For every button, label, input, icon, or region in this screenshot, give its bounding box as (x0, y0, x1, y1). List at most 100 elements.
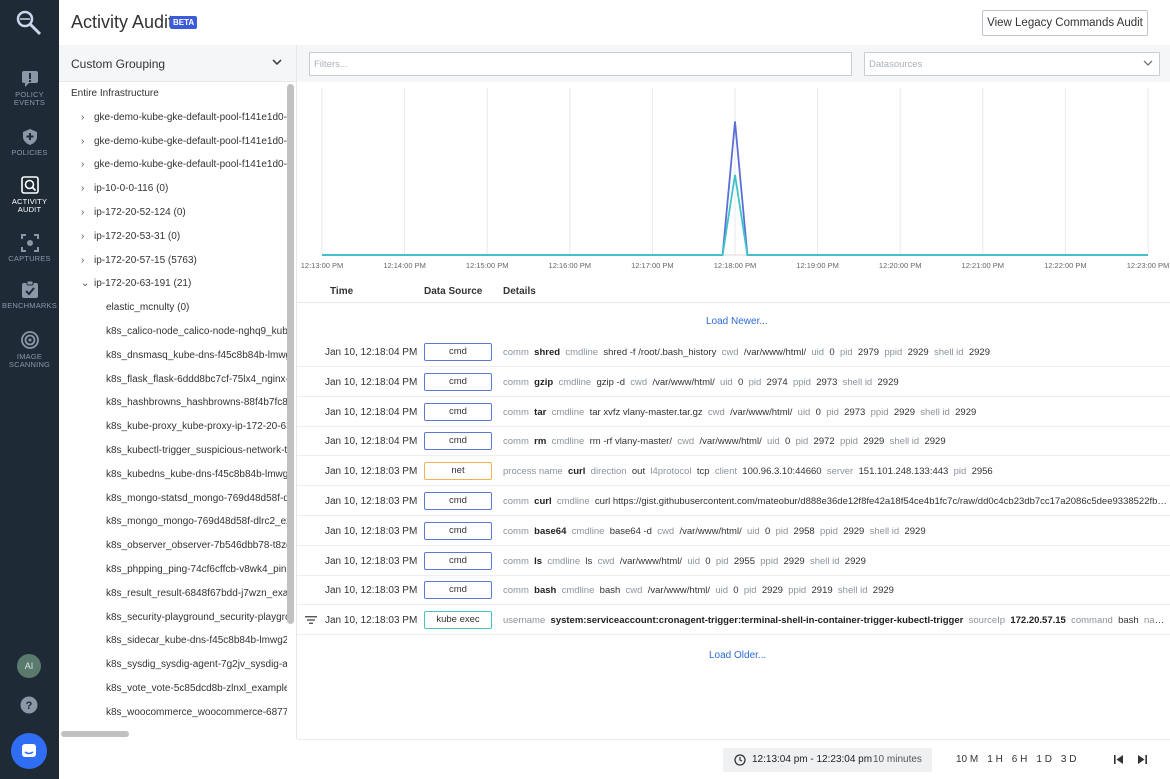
tree-node[interactable]: › ip-172-20-52-124 (0) (81, 207, 287, 227)
skip-to-end-icon[interactable] (1137, 754, 1148, 765)
chevron-right-icon[interactable]: › (81, 231, 94, 242)
time-preset-button[interactable]: 1 D (1036, 754, 1052, 765)
load-newer-link[interactable]: Load Newer... (706, 316, 768, 327)
data-source-badge[interactable]: cmd (424, 402, 492, 421)
detail-key: shell id (889, 436, 920, 448)
tree-node[interactable]: k8s_sysdig_sysdig-agent-7g2jv_sysdig-age (106, 659, 287, 679)
filters-input[interactable]: Filters... (309, 52, 852, 76)
tree-node[interactable]: k8s_dnsmasq_kube-dns-f45c8b84b-lmwg2 (106, 350, 287, 370)
chevron-right-icon[interactable]: › (81, 159, 94, 170)
skip-to-start-icon[interactable] (1113, 754, 1124, 765)
help-icon[interactable]: ? (20, 696, 38, 714)
custom-grouping-select[interactable]: Custom Grouping (59, 45, 296, 82)
data-source-badge[interactable]: cmd (424, 581, 492, 600)
detail-value: bash (599, 585, 621, 597)
data-source-badge[interactable]: cmd (424, 372, 492, 391)
filter-icon[interactable] (305, 615, 317, 625)
tree-node[interactable]: k8s_kubectl-trigger_suspicious-network-t… (106, 445, 287, 465)
time-preset-button[interactable]: 3 D (1061, 754, 1077, 765)
chevron-right-icon[interactable]: › (81, 183, 94, 194)
tree-horizontal-scrollbar[interactable] (61, 731, 129, 737)
tree-node-label: ip-172-20-63-191 (21) (94, 278, 192, 290)
tree-node[interactable]: k8s_vote_vote-5c85dcd8b-zlnxl_example-v (106, 683, 287, 703)
tree-node[interactable]: k8s_observer_observer-7b546dbb78-t8zqr (106, 540, 287, 560)
tree-node[interactable]: k8s_woocommerce_woocommerce-68779 (106, 707, 287, 727)
table-row[interactable]: Jan 10, 12:18:04 PM cmd comm rm cmdline rm… (297, 426, 1170, 457)
detail-value: tar xvfz vlany-master.tar.gz (589, 406, 703, 418)
column-header-data-source[interactable]: Data Source (424, 286, 482, 297)
chevron-right-icon[interactable]: › (81, 112, 94, 123)
detail-key: pid (826, 406, 839, 418)
time-preset-button[interactable]: 6 H (1012, 754, 1028, 765)
detail-key: comm (503, 585, 529, 597)
chevron-right-icon[interactable]: › (81, 207, 94, 218)
data-source-badge[interactable]: cmd (424, 521, 492, 540)
chat-button[interactable] (11, 733, 47, 769)
table-row[interactable]: Jan 10, 12:18:03 PM cmd comm base64 cmdlin… (297, 516, 1170, 546)
tree-node[interactable]: k8s_kubedns_kube-dns-f45c8b84b-lmwg2_ (106, 469, 287, 489)
datasources-select[interactable]: Datasources (864, 52, 1160, 76)
tree-node[interactable]: elastic_mcnulty (0) (106, 302, 287, 322)
tree-node[interactable]: k8s_flask_flask-6ddd8bc7cf-75lx4_nginx-c (106, 374, 287, 394)
sysdig-logo-icon[interactable] (14, 8, 44, 38)
tree-node[interactable]: k8s_mongo_mongo-769d48d58f-dlrc2_exa (106, 516, 287, 536)
data-source-badge[interactable]: net (424, 462, 492, 481)
table-row[interactable]: Jan 10, 12:18:03 PM cmd comm curl cmdline … (297, 486, 1170, 516)
tree-node[interactable]: Entire Infrastructure (71, 88, 287, 108)
tree-node[interactable]: k8s_kube-proxy_kube-proxy-ip-172-20-63-1 (106, 421, 287, 441)
user-avatar[interactable]: AI (17, 654, 41, 678)
tree-node[interactable]: k8s_hashbrowns_hashbrowns-88f4b7fc8-c (106, 397, 287, 417)
tree-node[interactable]: k8s_phpping_ping-74cf6cffcb-v8wk4_ping (106, 564, 287, 584)
nav-image-scanning[interactable]: IMAGE SCANNING (0, 330, 59, 369)
table-row[interactable]: Jan 10, 12:18:03 PM cmd comm ls cmdline ls… (297, 546, 1170, 576)
nav-activity-audit[interactable]: ACTIVITY AUDIT (0, 175, 59, 214)
tree-node[interactable]: › ip-172-20-53-31 (0) (81, 231, 287, 251)
data-source-badge[interactable]: cmd (424, 432, 492, 451)
detail-key: comm (503, 555, 529, 567)
tree-node[interactable]: k8s_security-playground_security-playgro… (106, 612, 287, 632)
table-row[interactable]: Jan 10, 12:18:04 PM cmd comm gzip cmdline … (297, 367, 1170, 397)
chevron-down-icon[interactable]: ⌄ (81, 278, 94, 289)
data-source-badge[interactable]: cmd (424, 492, 492, 510)
tree-node[interactable]: k8s_calico-node_calico-node-nghq9_kube- (106, 326, 287, 346)
tree-node[interactable]: k8s_mongo-statsd_mongo-769d48d58f-dlr (106, 493, 287, 513)
x-tick-label: 12:14:00 PM (383, 261, 426, 270)
table-row[interactable]: Jan 10, 12:18:04 PM cmd comm tar cmdline t… (297, 397, 1170, 427)
detail-value: 2929 (872, 585, 894, 597)
data-source-badge[interactable]: cmd (424, 551, 492, 570)
time-preset-button[interactable]: 1 H (987, 754, 1003, 765)
nav-captures[interactable]: CAPTURES (0, 234, 59, 263)
tree-node[interactable]: ⌄ ip-172-20-63-191 (21) (81, 278, 287, 298)
tree-node[interactable]: › gke-demo-kube-gke-default-pool-f141e1d0… (81, 159, 287, 179)
nav-policy-events[interactable]: POLICY EVENTS (0, 70, 59, 107)
chevron-right-icon[interactable]: › (81, 136, 94, 147)
time-preset-button[interactable]: 10 M (956, 754, 978, 765)
table-row[interactable]: Jan 10, 12:18:04 PM cmd comm shred cmdline… (297, 337, 1170, 367)
event-time: Jan 10, 12:18:03 PM (325, 585, 418, 597)
tree-vertical-scrollbar[interactable] (287, 84, 294, 624)
table-row[interactable]: Jan 10, 12:18:03 PM kube exec username sys… (297, 605, 1170, 636)
event-details: comm base64 cmdline base64 -d cwd /var/w… (503, 526, 1170, 537)
tree-node[interactable]: › ip-172-20-57-15 (5763) (81, 255, 287, 275)
chevron-right-icon[interactable]: › (81, 255, 94, 266)
tree-node[interactable]: › ip-10-0-0-116 (0) (81, 183, 287, 203)
column-header-time[interactable]: Time (330, 286, 353, 297)
data-source-badge[interactable]: cmd (424, 343, 492, 361)
table-row[interactable]: Jan 10, 12:18:03 PM cmd comm bash cmdline … (297, 575, 1170, 606)
load-older-link[interactable]: Load Older... (709, 650, 766, 661)
tree-node[interactable]: k8s_result_result-6848f67bdd-j7wzn_exam (106, 588, 287, 608)
view-legacy-commands-audit-button[interactable]: View Legacy Commands Audit (982, 10, 1148, 36)
detail-value: 2929 (761, 585, 783, 597)
tree-node[interactable]: › gke-demo-kube-gke-default-pool-f141e1d0… (81, 112, 287, 132)
table-row[interactable]: Jan 10, 12:18:03 PM net process name curl … (297, 456, 1170, 487)
tree-node[interactable]: k8s_sidecar_kube-dns-f45c8b84b-lmwg2_k (106, 635, 287, 655)
activity-chart[interactable]: 12:13:00 PM 12:14:00 PM 12:15:00 PM 12:16:0… (297, 82, 1170, 272)
event-time: Jan 10, 12:18:04 PM (325, 436, 418, 448)
detail-value: base64 (534, 525, 567, 537)
detail-value: /var/www/html/ (619, 555, 683, 567)
time-range-picker[interactable]: 12:13:04 pm - 12:23:04 pm 10 minutes (723, 748, 932, 772)
data-source-badge[interactable]: kube exec (424, 611, 492, 630)
nav-policies[interactable]: POLICIES (0, 128, 59, 157)
tree-node[interactable]: › gke-demo-kube-gke-default-pool-f141e1d0… (81, 136, 287, 156)
nav-benchmarks[interactable]: BENCHMARKS (0, 281, 59, 310)
